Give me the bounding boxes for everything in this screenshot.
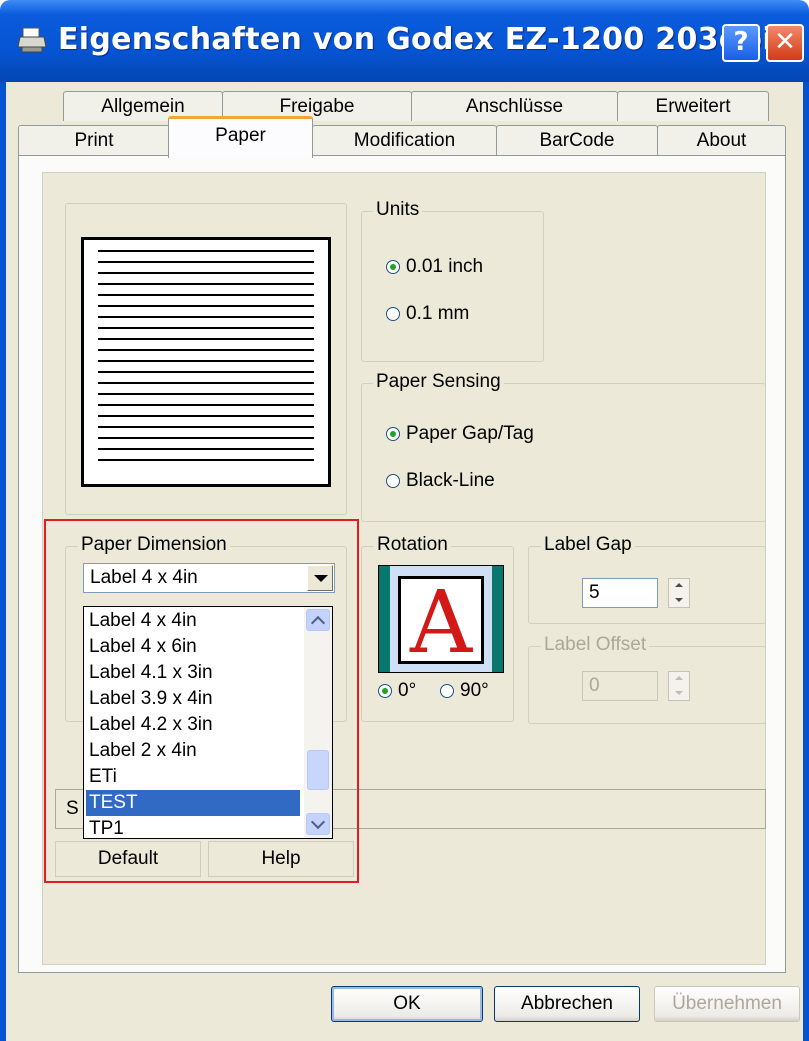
- list-item[interactable]: Label 4 x 4in: [86, 608, 300, 634]
- down-arrow-icon: [675, 598, 683, 602]
- spin-up-button: [669, 672, 689, 686]
- paper-sensing-group: Paper Sensing Paper Gap/Tag Black-Line: [361, 371, 766, 522]
- paper-dimension-value: Label 4 x 4in: [90, 567, 198, 588]
- preview-line: [98, 371, 314, 373]
- radio-label: 0°: [398, 680, 417, 701]
- preview-line: [98, 360, 314, 362]
- label-gap-input[interactable]: 5: [582, 578, 658, 608]
- spin-down-button: [669, 686, 689, 700]
- label-strip: [492, 566, 503, 672]
- preview-line: [98, 316, 314, 318]
- radio-label: Paper Gap/Tag: [406, 423, 534, 444]
- cancel-button[interactable]: Abbrechen: [494, 986, 640, 1022]
- scroll-up-button[interactable]: [306, 609, 330, 631]
- default-button[interactable]: Default: [55, 841, 201, 877]
- radio-button[interactable]: [440, 684, 454, 698]
- preview-line: [98, 448, 314, 450]
- status-text: S: [66, 798, 79, 819]
- preview-line: [98, 261, 314, 263]
- list-item[interactable]: TP1: [86, 816, 300, 838]
- rotation-label: Rotation: [374, 534, 451, 556]
- radio-label: 0.01 inch: [406, 256, 484, 277]
- chevron-down-icon: [314, 575, 328, 582]
- paper-sensing-label: Paper Sensing: [373, 371, 504, 393]
- scrollbar-thumb[interactable]: [307, 750, 329, 790]
- list-item[interactable]: Label 4.2 x 3in: [86, 712, 300, 738]
- tab-about[interactable]: About: [657, 125, 786, 155]
- label-strip: [379, 566, 390, 672]
- list-item[interactable]: Label 4.1 x 3in: [86, 660, 300, 686]
- preview-line: [98, 382, 314, 384]
- down-arrow-icon: [675, 691, 683, 695]
- properties-dialog: Eigenschaften von Godex EZ-1200 203dpi ?…: [0, 0, 809, 1041]
- radio-button-selected[interactable]: [386, 260, 400, 274]
- dropdown-scrollbar[interactable]: [304, 607, 332, 838]
- tab-anschluesse[interactable]: Anschlüsse: [411, 91, 618, 121]
- preview-line: [98, 338, 314, 340]
- list-item[interactable]: ETi: [86, 764, 300, 790]
- list-item[interactable]: Label 2 x 4in: [86, 738, 300, 764]
- paper-dimension-select[interactable]: Label 4 x 4in: [83, 563, 335, 593]
- radio-button-selected[interactable]: [386, 427, 400, 441]
- tab-print[interactable]: Print: [18, 125, 170, 155]
- preview-line: [98, 404, 314, 406]
- paper-dimension-dropdown-list[interactable]: Label 4 x 4in Label 4 x 6in Label 4.1 x …: [83, 606, 333, 839]
- radio-label: Black-Line: [406, 470, 495, 491]
- label-gap-label: Label Gap: [541, 534, 635, 556]
- units-label: Units: [373, 199, 423, 221]
- paper-preview-image: [81, 237, 331, 487]
- up-arrow-icon: [675, 676, 683, 680]
- rotation-letter-box: A: [398, 573, 484, 673]
- units-group: Units 0.01 inch 0.1 mm: [361, 199, 544, 362]
- help-button[interactable]: Help: [208, 841, 354, 877]
- tab-barcode[interactable]: BarCode: [496, 125, 658, 155]
- preview-line: [98, 393, 314, 395]
- window-frame-right: [803, 82, 809, 1041]
- preview-line: [98, 459, 314, 461]
- preview-line: [98, 349, 314, 351]
- window-title: Eigenschaften von Godex EZ-1200 203dpi: [58, 22, 773, 57]
- up-arrow-icon: [675, 583, 683, 587]
- radio-label: 0.1 mm: [406, 303, 470, 324]
- dropdown-button[interactable]: [307, 565, 333, 591]
- spin-down-button[interactable]: [669, 593, 689, 607]
- label-gap-spinner[interactable]: [668, 578, 690, 608]
- preview-line: [98, 305, 314, 307]
- radio-button-selected[interactable]: [378, 684, 392, 698]
- preview-line: [98, 415, 314, 417]
- scroll-down-button[interactable]: [306, 813, 330, 835]
- preview-line: [98, 283, 314, 285]
- list-item-selected[interactable]: TEST: [86, 790, 300, 816]
- label-offset-spinner: [668, 671, 690, 701]
- label-offset-label: Label Offset: [541, 634, 650, 656]
- spin-up-button[interactable]: [669, 579, 689, 593]
- label-offset-input: 0: [582, 671, 658, 701]
- radio-button[interactable]: [386, 474, 400, 488]
- apply-button: Übernehmen: [654, 986, 800, 1022]
- radio-button[interactable]: [386, 307, 400, 321]
- chevron-down-icon: [310, 814, 326, 830]
- close-button[interactable]: ✕: [766, 24, 804, 62]
- radio-label: 90°: [460, 680, 489, 701]
- list-item[interactable]: Label 4 x 6in: [86, 634, 300, 660]
- list-item[interactable]: Label 3.9 x 4in: [86, 686, 300, 712]
- preview-line: [98, 327, 314, 329]
- ok-button[interactable]: OK: [331, 986, 483, 1022]
- preview-line: [98, 437, 314, 439]
- preview-line: [98, 426, 314, 428]
- rotation-letter: A: [409, 573, 473, 673]
- rotation-preview-image: A: [378, 565, 504, 673]
- preview-line: [98, 294, 314, 296]
- title-bar[interactable]: Eigenschaften von Godex EZ-1200 203dpi ?…: [0, 0, 809, 82]
- printer-icon: [17, 27, 47, 53]
- chevron-up-icon: [310, 615, 326, 631]
- preview-line: [98, 272, 314, 274]
- tab-erweitert[interactable]: Erweitert: [617, 91, 769, 121]
- tab-modification[interactable]: Modification: [312, 125, 497, 155]
- paper-dimension-label: Paper Dimension: [78, 534, 230, 556]
- tab-paper[interactable]: Paper: [168, 116, 313, 158]
- help-caption-button[interactable]: ?: [722, 24, 760, 62]
- preview-line: [98, 250, 314, 252]
